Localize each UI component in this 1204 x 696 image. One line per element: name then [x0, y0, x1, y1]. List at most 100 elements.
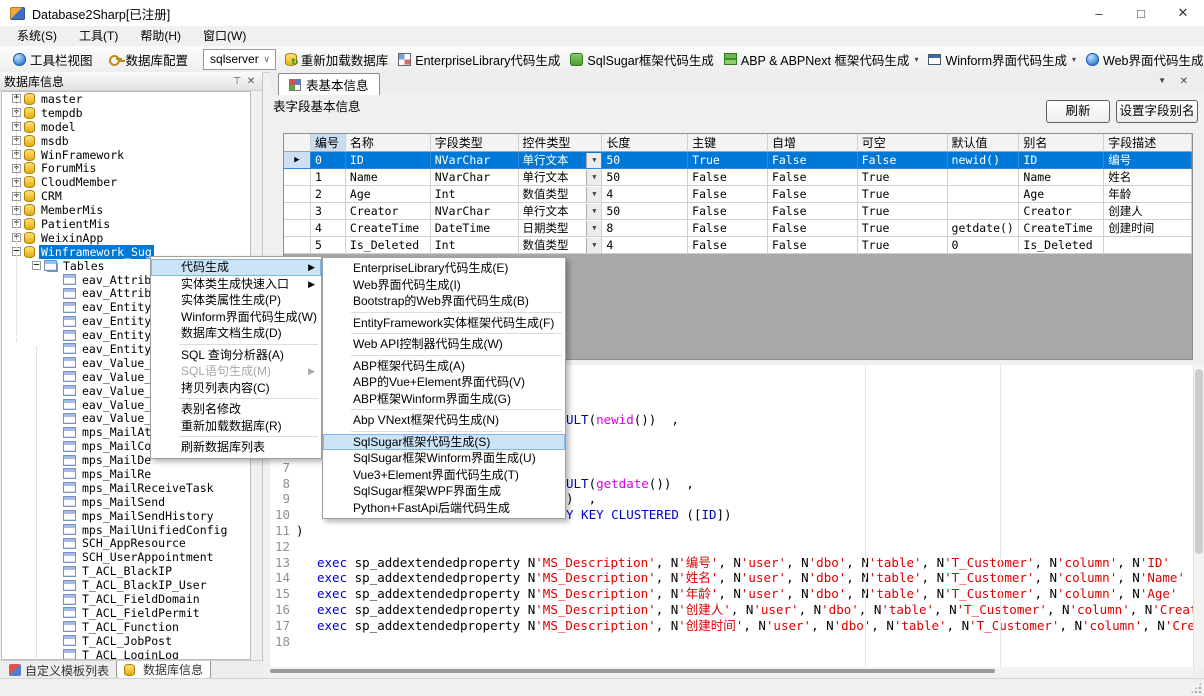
dropdown-button[interactable]: ▼ [586, 221, 601, 236]
context-menu-item-3[interactable]: Winform界面代码生成(W) [151, 309, 321, 326]
resize-grip[interactable] [1191, 683, 1201, 693]
grid-cell[interactable]: newid() [948, 152, 1020, 169]
editor-horizontal-scrollbar[interactable] [270, 667, 1193, 675]
tree-item-table[interactable]: mps_MailRe [2, 467, 250, 481]
grid-column-header[interactable]: 字段描述 [1104, 134, 1192, 152]
grid-cell[interactable] [1104, 237, 1192, 254]
tree-item-database[interactable]: +MemberMis [2, 203, 250, 217]
grid-cell[interactable]: DateTime [431, 220, 519, 237]
grid-cell[interactable]: True [858, 186, 948, 203]
grid-cell[interactable]: ID [346, 152, 431, 169]
grid-cell[interactable]: 编号 [1104, 152, 1192, 169]
grid-cell[interactable]: True [858, 169, 948, 186]
grid-cell[interactable]: Name [1019, 169, 1104, 186]
grid-cell[interactable]: 数值类型▼ [519, 186, 603, 203]
submenu-item-17[interactable]: SqlSugar框架WPF界面生成 [323, 483, 565, 500]
grid-cell[interactable]: getdate() [948, 220, 1020, 237]
scrollbar-thumb[interactable] [1195, 369, 1203, 554]
grid-cell[interactable]: False [858, 152, 948, 169]
row-header-cell[interactable] [284, 237, 311, 254]
context-menu-item-2[interactable]: 实体类属性生成(P) [151, 292, 321, 309]
grid-cell[interactable]: True [858, 203, 948, 220]
menubar-item-1[interactable]: 工具(T) [68, 26, 129, 46]
bottom-tab-1[interactable]: 数据库信息 [116, 661, 211, 679]
set-field-alias-button[interactable]: 设置字段别名 [1116, 100, 1198, 123]
table-row[interactable]: 3CreatorNVarChar单行文本▼50FalseFalseTrueCre… [284, 203, 1192, 220]
grid-cell[interactable]: CreateTime [1019, 220, 1104, 237]
row-header-cell[interactable]: ▶ [284, 152, 311, 169]
grid-cell[interactable]: 年龄 [1104, 186, 1192, 203]
chevron-down-icon[interactable]: ∨ [259, 54, 275, 65]
grid-cell[interactable]: 2 [311, 186, 346, 203]
grid-cell[interactable]: False [768, 203, 858, 220]
grid-cell[interactable]: 4 [602, 237, 688, 254]
toolbar-button-Web界面代码生成[interactable]: Web界面代码生成▾ [1081, 48, 1204, 71]
tree-item-table[interactable]: mps_MailSendHistory [2, 509, 250, 523]
grid-cell[interactable]: 50 [602, 203, 688, 220]
grid-cell[interactable]: False [688, 169, 768, 186]
scrollbar-thumb[interactable] [270, 669, 995, 673]
pin-icon[interactable]: ⊤ [230, 76, 244, 87]
grid-cell[interactable]: False [768, 186, 858, 203]
tree-item-database[interactable]: +tempdb [2, 106, 250, 120]
expander-icon[interactable]: – [32, 261, 41, 270]
menubar-item-0[interactable]: 系统(S) [6, 26, 68, 46]
editor-vertical-scrollbar[interactable] [1193, 365, 1204, 667]
submenu-item-8[interactable]: ABP框架代码生成(A) [323, 358, 565, 375]
context-menu-item-4[interactable]: 数据库文档生成(D) [151, 325, 321, 342]
close-button[interactable]: ✕ [1162, 0, 1204, 26]
dropdown-button[interactable]: ▼ [586, 170, 601, 185]
tree-item-table[interactable]: T_ACL_FieldDomain [2, 592, 250, 606]
tree-item-database[interactable]: +WinFramework [2, 148, 250, 162]
toolbar-button-工具栏视图[interactable]: 工具栏视图 [8, 48, 98, 71]
context-menu-item-8[interactable]: 拷贝列表内容(C) [151, 380, 321, 397]
grid-column-header[interactable]: 编号 [311, 134, 346, 152]
tree-item-database[interactable]: +model [2, 120, 250, 134]
grid-column-header[interactable]: 自增 [768, 134, 858, 152]
grid-cell[interactable]: 3 [311, 203, 346, 220]
tab-table-basic-info[interactable]: 表基本信息 [278, 73, 380, 95]
table-row[interactable]: 2AgeInt数值类型▼4FalseFalseTrueAge年龄 [284, 186, 1192, 203]
panel-close-icon[interactable]: ✕ [244, 76, 258, 87]
grid-cell[interactable]: True [858, 220, 948, 237]
maximize-button[interactable]: □ [1120, 0, 1162, 26]
tree-item-table[interactable]: T_ACL_Function [2, 620, 250, 634]
grid-cell[interactable]: Age [346, 186, 431, 203]
menubar-item-3[interactable]: 窗口(W) [192, 26, 257, 46]
context-menu-item-13[interactable]: 刷新数据库列表 [151, 439, 321, 456]
tree-item-database[interactable]: +ForumMis [2, 161, 250, 175]
grid-cell[interactable]: Name [346, 169, 431, 186]
row-header-cell[interactable] [284, 186, 311, 203]
context-menu-item-1[interactable]: 实体类生成快速入口▶ [151, 276, 321, 293]
grid-cell[interactable]: Age [1019, 186, 1104, 203]
toolbar-button-SqlSugar框架代码生成[interactable]: SqlSugar框架代码生成 [565, 48, 718, 71]
grid-cell[interactable]: Is_Deleted [346, 237, 431, 254]
grid-cell[interactable]: 1 [311, 169, 346, 186]
grid-cell[interactable] [948, 169, 1020, 186]
grid-cell[interactable]: False [768, 220, 858, 237]
grid-cell[interactable]: 姓名 [1104, 169, 1192, 186]
submenu-item-9[interactable]: ABP的Vue+Element界面代码(V) [323, 374, 565, 391]
submenu-item-16[interactable]: Vue3+Element界面代码生成(T) [323, 467, 565, 484]
toolbar-button-EnterpriseLibrary代码生成[interactable]: EnterpriseLibrary代码生成 [393, 48, 565, 71]
tab-list-dropdown-icon[interactable]: ▼ [1158, 76, 1166, 85]
tree-item-database[interactable]: +master [2, 92, 250, 106]
grid-cell[interactable]: 单行文本▼ [519, 203, 603, 220]
submenu-item-1[interactable]: Web界面代码生成(I) [323, 277, 565, 294]
toolbar-button-数据库配置[interactable]: 数据库配置 [104, 48, 194, 71]
context-menu-item-10[interactable]: 表别名修改 [151, 401, 321, 418]
submenu-item-2[interactable]: Bootstrap的Web界面代码生成(B) [323, 293, 565, 310]
grid-cell[interactable]: False [688, 186, 768, 203]
tree-item-table[interactable]: SCH_UserAppointment [2, 550, 250, 564]
grid-cell[interactable]: False [768, 152, 858, 169]
grid-cell[interactable]: 50 [602, 169, 688, 186]
grid-cell[interactable]: 创建时间 [1104, 220, 1192, 237]
dropdown-button[interactable]: ▼ [586, 204, 601, 219]
grid-cell[interactable]: False [768, 237, 858, 254]
grid-cell[interactable]: 单行文本▼ [519, 152, 603, 169]
table-row[interactable]: ▶0IDNVarChar单行文本▼50TrueFalseFalsenewid()… [284, 152, 1192, 169]
grid-cell[interactable]: ID [1019, 152, 1104, 169]
submenu-item-6[interactable]: Web API控制器代码生成(W) [323, 336, 565, 353]
row-header-cell[interactable] [284, 220, 311, 237]
context-menu-item-6[interactable]: SQL 查询分析器(A) [151, 347, 321, 364]
